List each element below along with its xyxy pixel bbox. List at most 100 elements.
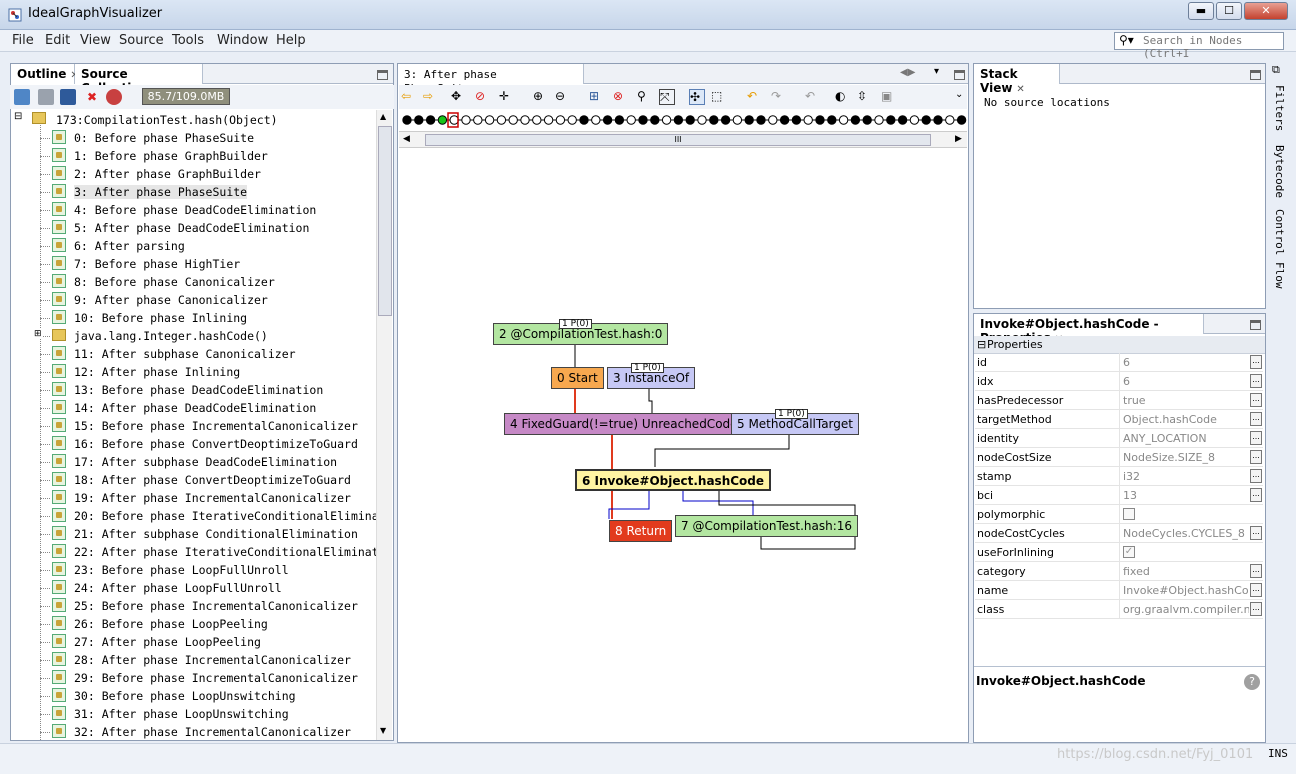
- graph-horizontal-scrollbar[interactable]: ◀ III ▶: [399, 131, 967, 148]
- list-item[interactable]: 12: After phase Inlining: [12, 363, 376, 381]
- list-item[interactable]: 30: Before phase LoopUnswitching: [12, 687, 376, 705]
- phase-dot[interactable]: [720, 115, 731, 125]
- phase-dot[interactable]: [461, 115, 471, 125]
- search-node-icon[interactable]: ⚲: [637, 89, 653, 105]
- tab-stack-view[interactable]: Stack View ✕: [974, 64, 1060, 95]
- property-value[interactable]: i32: [1123, 470, 1249, 483]
- property-edit-button[interactable]: ...: [1250, 412, 1262, 426]
- undo-icon[interactable]: ↶: [747, 89, 763, 105]
- property-row[interactable]: name Invoke#Object.hashCode...: [975, 581, 1263, 600]
- list-item[interactable]: 26: Before phase LoopPeeling: [12, 615, 376, 633]
- phase-dot[interactable]: [520, 115, 530, 125]
- list-item[interactable]: 4: Before phase DeadCodeElimination: [12, 201, 376, 219]
- close-button[interactable]: ✕: [1244, 2, 1288, 20]
- save-icon[interactable]: [38, 89, 54, 105]
- export-icon[interactable]: ▣: [881, 89, 897, 105]
- zoom-out-icon[interactable]: ⊖: [555, 89, 571, 105]
- phase-dot[interactable]: [768, 115, 778, 125]
- color-icon[interactable]: ◐: [835, 89, 851, 105]
- list-item[interactable]: 29: Before phase IncrementalCanonicalize…: [12, 669, 376, 687]
- graph-node-return[interactable]: 8 Return: [609, 520, 673, 542]
- phase-dot[interactable]: [921, 115, 931, 125]
- graph-node-invoke[interactable]: 6 Invoke#Object.hashCode: [575, 469, 772, 491]
- property-row[interactable]: stamp i32...: [975, 467, 1263, 486]
- outline-scroll-thumb[interactable]: [378, 126, 392, 316]
- list-item[interactable]: 1: Before phase GraphBuilder: [12, 147, 376, 165]
- menu-source[interactable]: Source: [119, 33, 164, 48]
- menu-file[interactable]: File: [12, 33, 34, 48]
- zoom-in-icon[interactable]: ⊕: [533, 89, 549, 105]
- list-item[interactable]: 16: Before phase ConvertDeoptimizeToGuar…: [12, 435, 376, 453]
- expand-icon[interactable]: ✥: [451, 89, 467, 105]
- property-edit-button[interactable]: ...: [1250, 431, 1262, 445]
- list-item[interactable]: 9: After phase Canonicalizer: [12, 291, 376, 309]
- graph-scroll-thumb[interactable]: III: [425, 134, 931, 146]
- phase-dot[interactable]: [732, 115, 743, 125]
- list-item[interactable]: 23: Before phase LoopFullUnroll: [12, 561, 376, 579]
- property-checkbox[interactable]: ✓: [1123, 546, 1135, 558]
- list-item[interactable]: 0: Before phase PhaseSuite: [12, 129, 376, 147]
- phase-dot[interactable]: [567, 115, 577, 125]
- phase-dot[interactable]: [532, 115, 542, 125]
- phase-dot[interactable]: [945, 115, 955, 125]
- property-value[interactable]: 13: [1123, 489, 1249, 502]
- phase-dot[interactable]: [815, 115, 825, 125]
- scroll-up-icon[interactable]: ▲: [380, 112, 386, 121]
- list-item[interactable]: 31: After phase LoopUnswitching: [12, 705, 376, 723]
- list-item[interactable]: 27: After phase LoopPeeling: [12, 633, 376, 651]
- phase-dot[interactable]: [886, 115, 896, 125]
- graph-canvas[interactable]: 2 @CompilationTest.hash:0 1 P(0) 0 Start…: [399, 149, 967, 741]
- property-edit-button[interactable]: ...: [1250, 469, 1262, 483]
- list-item[interactable]: 17: After subphase DeadCodeElimination: [12, 453, 376, 471]
- list-item[interactable]: 8: Before phase Canonicalizer: [12, 273, 376, 291]
- phase-dot[interactable]: [697, 115, 707, 125]
- phase-dot[interactable]: [543, 115, 554, 125]
- side-tab-filters[interactable]: Filters: [1273, 85, 1286, 131]
- property-value[interactable]: org.graalvm.compiler.no...: [1123, 603, 1249, 616]
- hide-icon[interactable]: ⊘: [475, 89, 491, 105]
- tab-outline[interactable]: Outline✕: [11, 64, 79, 84]
- list-item[interactable]: 18: After phase ConvertDeoptimizeToGuard: [12, 471, 376, 489]
- minimize-button[interactable]: ▬: [1188, 2, 1214, 20]
- pan-mode-icon[interactable]: ✣: [689, 89, 705, 105]
- property-value[interactable]: ANY_LOCATION: [1123, 432, 1249, 445]
- maximize-editor-icon[interactable]: [954, 70, 965, 80]
- phase-dot[interactable]: [850, 115, 861, 125]
- phase-dot[interactable]: [614, 115, 625, 125]
- property-row[interactable]: id 6...: [975, 353, 1263, 372]
- move-icon[interactable]: ✛: [499, 89, 515, 105]
- graph-node-framestate[interactable]: 7 @CompilationTest.hash:16: [675, 515, 859, 537]
- phase-dot[interactable]: [756, 115, 766, 125]
- graph-node-fixedguard[interactable]: 4 FixedGuard(!=true) UnreachedCode: [504, 413, 744, 435]
- minimize-panel-icon[interactable]: [1250, 320, 1261, 330]
- property-row[interactable]: identity ANY_LOCATION...: [975, 429, 1263, 448]
- phase-dot[interactable]: [638, 115, 648, 125]
- import-icon[interactable]: [14, 89, 30, 105]
- back-icon[interactable]: ↶: [805, 89, 821, 105]
- phase-dot[interactable]: [933, 115, 943, 125]
- phase-dot[interactable]: [650, 115, 660, 125]
- minimize-panel-icon[interactable]: [377, 70, 388, 80]
- list-item[interactable]: 6: After parsing: [12, 237, 376, 255]
- list-item[interactable]: 32: After phase IncrementalCanonicalizer: [12, 723, 376, 740]
- tab-source-collections[interactable]: Source Collections: [75, 64, 203, 95]
- list-item[interactable]: 14: After phase DeadCodeElimination: [12, 399, 376, 417]
- collapse-icon[interactable]: ⊟: [977, 338, 986, 351]
- split-icon[interactable]: ⇳: [857, 89, 873, 105]
- scroll-down-icon[interactable]: ▼: [380, 726, 386, 735]
- property-edit-button[interactable]: ...: [1250, 355, 1262, 369]
- tab-graph[interactable]: 3: After phase PhaseSuite✕: [398, 64, 584, 95]
- property-row[interactable]: targetMethod Object.hashCode...: [975, 410, 1263, 429]
- list-item[interactable]: 11: After subphase Canonicalizer: [12, 345, 376, 363]
- list-item[interactable]: 20: Before phase IterativeConditionalEli…: [12, 507, 376, 525]
- more-icon[interactable]: ⌄: [955, 89, 971, 105]
- phase-dot[interactable]: [838, 115, 849, 125]
- property-row[interactable]: nodeCostCycles NodeCycles.CYCLES_8...: [975, 524, 1263, 543]
- property-row[interactable]: hasPredecessor true...: [975, 391, 1263, 410]
- phase-dot[interactable]: [473, 115, 483, 125]
- property-row[interactable]: polymorphic: [975, 505, 1263, 524]
- property-value[interactable]: fixed: [1123, 565, 1249, 578]
- prev-graph-icon[interactable]: ⇦: [401, 89, 417, 105]
- phase-dot[interactable]: [425, 115, 436, 125]
- property-row[interactable]: nodeCostSize NodeSize.SIZE_8...: [975, 448, 1263, 467]
